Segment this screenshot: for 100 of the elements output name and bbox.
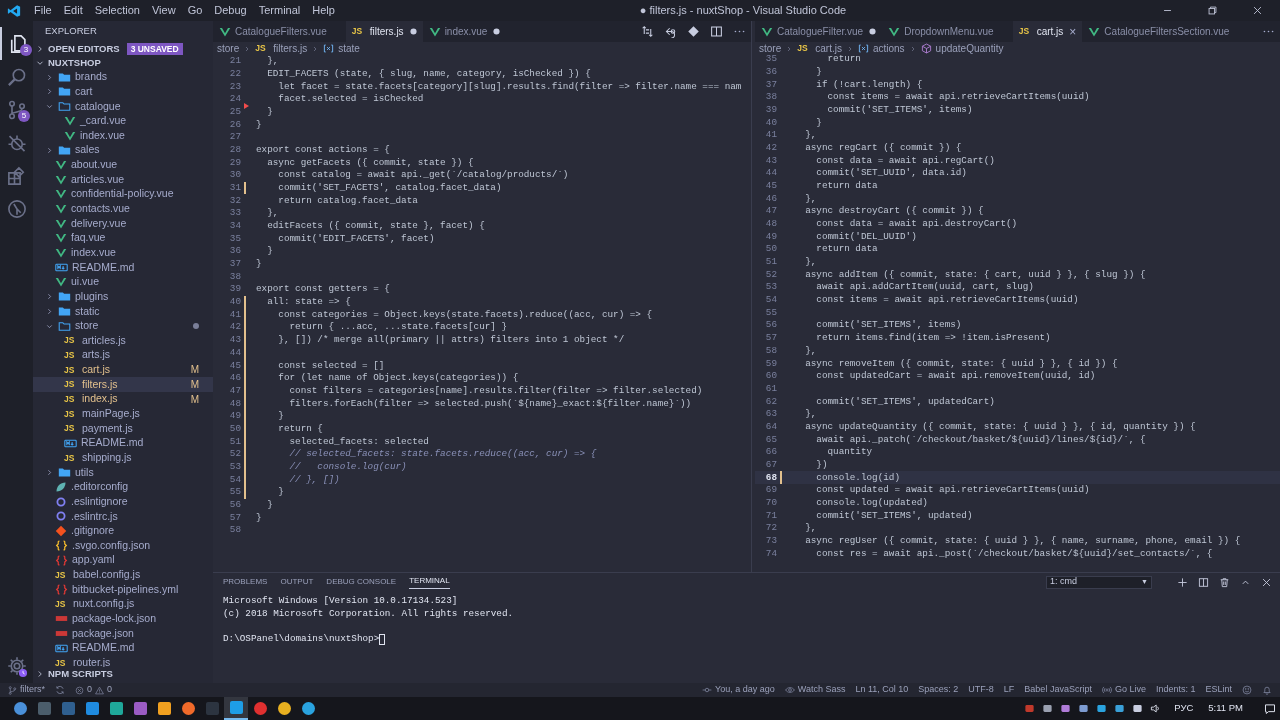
tree-item[interactable]: about.vue [33, 157, 213, 173]
status-item[interactable]: Watch Sass [797, 683, 846, 697]
tree-item[interactable]: JS filters.js M [33, 377, 213, 392]
tree-item[interactable]: .gitignore [33, 523, 213, 539]
panel-tab[interactable]: DEBUG CONSOLE [326, 575, 397, 589]
tree-item[interactable]: JS payment.js [33, 421, 213, 436]
tree-item[interactable]: plugins [33, 289, 213, 305]
panel-tab[interactable]: OUTPUT [280, 575, 314, 589]
code-line: console.log(id) [815, 470, 900, 485]
tree-item[interactable]: catalogue [33, 99, 213, 114]
tree-item[interactable]: contacts.vue [33, 201, 213, 217]
tree-item[interactable]: README.md [33, 640, 213, 656]
tree-item[interactable]: JS babel.config.js [33, 567, 213, 583]
code-line: }, [804, 407, 817, 422]
tree-item[interactable]: JS articles.js [33, 333, 213, 348]
tree-item[interactable]: .eslintrc.js [33, 509, 213, 524]
code-line: EDIT_FACETS (state, { slug, name, category, isChecked }) { [266, 67, 591, 81]
tree-item[interactable]: JS nuxt.config.js [33, 596, 213, 612]
status-item[interactable]: Indents: 1 [1155, 683, 1196, 697]
menu-item[interactable]: Go [181, 2, 209, 19]
menu-item[interactable]: Terminal [252, 2, 307, 19]
breadcrumb-item[interactable]: updateQuantity [935, 41, 1004, 56]
editor-tab[interactable]: CatalogueFilter.vue [755, 21, 883, 42]
status-item[interactable]: Ln 11, Col 10 [855, 683, 909, 697]
menu-item[interactable]: File [28, 2, 58, 19]
breadcrumb-item[interactable]: store [759, 41, 782, 56]
tree-item[interactable]: package-lock.json [33, 611, 213, 627]
breadcrumb-item[interactable]: actions [872, 41, 905, 56]
code-line: } [815, 115, 822, 130]
menu-item[interactable]: Selection [88, 2, 146, 19]
tree-item[interactable]: JS arts.js [33, 348, 213, 363]
status-item[interactable]: You, a day ago [715, 683, 775, 697]
section-header[interactable]: OPEN EDITORS 3 UNSAVED [33, 41, 213, 57]
panel-tab[interactable]: PROBLEMS [223, 575, 268, 589]
editor-tab[interactable]: index.vue [422, 21, 507, 42]
line-number: 37 [764, 77, 777, 92]
git-status-label: M [190, 378, 199, 393]
tree-item[interactable]: index.vue [33, 245, 213, 261]
tree-item[interactable]: static [33, 304, 213, 319]
menu-item[interactable]: Debug [208, 2, 253, 19]
line-number: 36 [228, 244, 241, 259]
tree-item[interactable]: .svgo.config.json [33, 538, 213, 553]
tree-item[interactable]: JS cart.js M [33, 362, 213, 378]
status-item[interactable]: UTF-8 [968, 683, 994, 697]
status-item[interactable]: Spaces: 2 [918, 683, 959, 697]
section-header[interactable]: NPM SCRIPTS [33, 667, 213, 681]
tree-item[interactable]: faq.vue [33, 230, 213, 246]
menu-item[interactable]: Edit [57, 2, 89, 19]
tree-item[interactable]: utils [33, 465, 213, 480]
tree-item[interactable]: .eslintignore [33, 494, 213, 510]
editor-tab[interactable]: CatalogueFiltersSection.vue [1082, 21, 1249, 42]
tree-item[interactable]: README.md [33, 435, 213, 451]
clock[interactable]: 5:11 PM [1200, 701, 1257, 716]
tree-item[interactable]: index.vue [33, 128, 213, 144]
code-line: async regCart ({ commit }) { [804, 141, 962, 155]
error-count[interactable]: 0 [87, 683, 93, 697]
breadcrumb-item[interactable]: state [338, 41, 360, 56]
code-line: }, [804, 343, 817, 358]
tree-item[interactable]: confidential-policy.vue [33, 186, 213, 202]
menu-item[interactable]: Help [306, 2, 341, 19]
tree-item[interactable]: store [33, 318, 213, 334]
tree-item[interactable]: ui.vue [33, 274, 213, 290]
status-item[interactable]: Go Live [1114, 683, 1146, 697]
close-button[interactable]: × [1069, 25, 1077, 38]
breadcrumb-item[interactable]: filters.js [273, 41, 308, 56]
branch-name[interactable]: filters* [20, 683, 45, 697]
code-line: // }, []) [288, 472, 340, 487]
tree-item[interactable]: articles.vue [33, 172, 213, 187]
tree-item[interactable]: .editorconfig [33, 479, 213, 495]
tree-item[interactable]: sales [33, 143, 213, 158]
breadcrumb-item[interactable]: cart.js [815, 41, 842, 56]
tree-item[interactable]: _card.vue [33, 113, 213, 129]
tree-item[interactable]: app.yaml [33, 552, 213, 568]
panel-tab[interactable]: TERMINAL [409, 575, 450, 589]
tree-item[interactable]: delivery.vue [33, 216, 213, 231]
line-number: 71 [764, 508, 777, 523]
editor-tab[interactable]: DropdownMenu.vue [882, 21, 1013, 42]
editor-tab[interactable]: JS cart.js × [1012, 21, 1083, 42]
code-line: async getFacets ({ commit, state }) { [266, 155, 474, 170]
tree-item[interactable]: brands [33, 69, 213, 85]
status-item[interactable]: ESLint [1205, 683, 1232, 697]
menu-item[interactable]: View [145, 2, 182, 19]
tree-item[interactable]: JS mainPage.js [33, 406, 213, 422]
tree-item[interactable]: cart [33, 84, 213, 100]
tree-item[interactable]: JS shipping.js [33, 450, 213, 466]
breadcrumb-item[interactable]: store [217, 41, 240, 56]
tree-item[interactable]: bitbucket-pipelines.yml [33, 582, 213, 597]
status-item[interactable]: LF [1003, 683, 1015, 697]
code-line: const catalog = await api._get(`/catalog/products/`) [277, 168, 569, 183]
input-language[interactable]: РУС [1168, 701, 1194, 716]
code-line: async destroyCart ({ commit }) { [804, 204, 984, 219]
status-item[interactable]: Babel JavaScript [1024, 683, 1092, 697]
git-status-label: M [190, 363, 199, 378]
editor-tab[interactable]: CatalogueFilters.vue [213, 21, 346, 42]
tree-item[interactable]: package.json [33, 626, 213, 641]
editor-tab[interactable]: JS filters.js [345, 21, 423, 42]
warning-count[interactable]: 0 [107, 683, 113, 697]
tree-item[interactable]: JS index.js M [33, 391, 213, 407]
section-header[interactable]: NUXTSHOP [33, 56, 213, 70]
tree-item[interactable]: README.md [33, 260, 213, 275]
